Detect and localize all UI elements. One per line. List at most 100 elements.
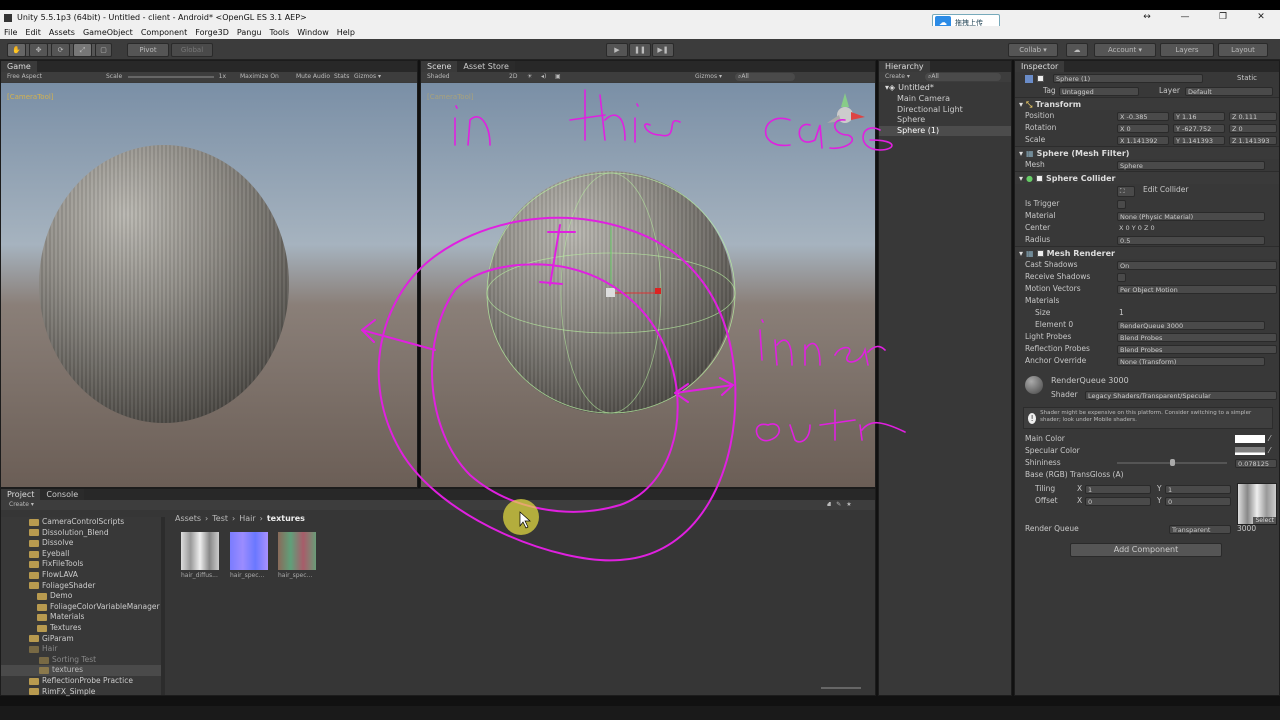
collab-dropdown[interactable]: Collab ▾: [1008, 43, 1058, 57]
move-tool-icon[interactable]: ✥: [29, 43, 48, 57]
folder-item[interactable]: Materials: [1, 612, 161, 623]
tag-dropdown[interactable]: Untagged: [1059, 86, 1139, 96]
radius-field[interactable]: 0.5: [1117, 235, 1265, 245]
audio-toggle-icon[interactable]: ◂): [541, 72, 555, 82]
hierarchy-item-directional-light[interactable]: Directional Light: [879, 105, 1011, 116]
cloud-services-icon[interactable]: ☁: [1066, 43, 1088, 57]
breadcrumb-test[interactable]: Test: [212, 514, 228, 523]
folder-item[interactable]: Textures: [1, 623, 161, 634]
menu-gameobject[interactable]: GameObject: [83, 26, 133, 39]
renderer-checkbox[interactable]: [1036, 249, 1044, 257]
cast-shadows-dropdown[interactable]: On: [1117, 260, 1277, 270]
effects-toggle-icon[interactable]: ▣: [555, 72, 695, 82]
hierarchy-search-input[interactable]: ⌕All: [925, 73, 1001, 81]
hierarchy-create-dropdown[interactable]: Create ▾: [885, 72, 925, 82]
thumbnail-size-slider[interactable]: [821, 687, 861, 689]
2d-toggle[interactable]: 2D: [509, 72, 527, 82]
layers-dropdown[interactable]: Layers: [1160, 43, 1214, 57]
hand-tool-icon[interactable]: ✋: [7, 43, 26, 57]
offset-y-field[interactable]: 0: [1165, 496, 1231, 506]
sphere-collider-header[interactable]: ▾ ● Sphere Collider: [1015, 171, 1279, 184]
light-probes-dropdown[interactable]: Blend Probes: [1117, 332, 1277, 342]
folder-item[interactable]: Dissolution_Blend: [1, 528, 161, 539]
layer-dropdown[interactable]: Default: [1185, 86, 1273, 96]
position-z[interactable]: Z 0.111: [1229, 111, 1277, 121]
physic-material-field[interactable]: None (Physic Material): [1117, 211, 1265, 221]
specular-color-swatch[interactable]: [1235, 447, 1265, 455]
folder-item[interactable]: ReflectionProbe Practice: [1, 676, 161, 687]
breadcrumb-textures[interactable]: textures: [267, 514, 305, 523]
folder-item[interactable]: RimFX_Simple: [1, 687, 161, 698]
menu-assets[interactable]: Assets: [49, 26, 75, 39]
pivot-toggle[interactable]: Pivot: [127, 43, 169, 57]
material-header[interactable]: RenderQueue 3000: [1015, 375, 1279, 394]
scene-viewport[interactable]: [CameraTool]: [421, 83, 875, 487]
render-queue-value[interactable]: 3000: [1237, 523, 1256, 535]
shininess-slider[interactable]: [1117, 459, 1227, 466]
layout-dropdown[interactable]: Layout: [1218, 43, 1268, 57]
scale-tool-icon[interactable]: ⤢: [73, 43, 92, 57]
collider-checkbox[interactable]: [1036, 174, 1043, 182]
rotate-tool-icon[interactable]: ⟳: [51, 43, 70, 57]
folder-item[interactable]: Sorting Test: [1, 655, 161, 666]
scale-x[interactable]: X 1.141392: [1117, 135, 1169, 145]
tab-hierarchy[interactable]: Hierarchy: [879, 61, 930, 72]
rect-tool-icon[interactable]: ▢: [95, 43, 112, 57]
rotation-z[interactable]: Z 0: [1229, 123, 1277, 133]
receive-shadows-checkbox[interactable]: [1117, 272, 1126, 282]
folder-item[interactable]: FoliageShader: [1, 581, 161, 592]
menu-component[interactable]: Component: [141, 26, 187, 39]
tab-game[interactable]: Game: [1, 61, 37, 72]
tiling-y[interactable]: Y: [1157, 483, 1162, 495]
game-viewport[interactable]: [CameraTool]: [1, 83, 417, 487]
tab-scene[interactable]: Scene: [421, 61, 458, 72]
tab-inspector[interactable]: Inspector: [1015, 61, 1065, 72]
folder-item[interactable]: FoliageColorVariableManager: [1, 602, 161, 613]
center-fields[interactable]: X 0 Y 0 Z 0: [1119, 222, 1155, 234]
folder-item[interactable]: Demo: [1, 591, 161, 602]
gizmos-dropdown[interactable]: Gizmos ▾: [354, 72, 394, 82]
scale-y[interactable]: Y 1.141393: [1173, 135, 1225, 145]
tree-scrollbar[interactable]: [161, 517, 165, 695]
shader-dropdown[interactable]: Legacy Shaders/Transparent/Specular: [1085, 390, 1277, 400]
menu-file[interactable]: File: [4, 26, 17, 39]
minimize-button[interactable]: —: [1166, 10, 1204, 26]
is-trigger-checkbox[interactable]: [1117, 199, 1126, 209]
position-y[interactable]: Y 1.16: [1173, 111, 1225, 121]
menu-tools[interactable]: Tools: [269, 26, 289, 39]
maximize-on-play-toggle[interactable]: Maximize On Play: [226, 72, 292, 90]
folder-item[interactable]: CameraControlScripts: [1, 517, 161, 528]
offset-x[interactable]: X: [1077, 495, 1082, 507]
asset-thumb[interactable]: hair_diffus...: [181, 532, 219, 579]
asset-thumb[interactable]: hair_spec...: [230, 532, 268, 579]
rotation-y[interactable]: Y -627.752: [1173, 123, 1225, 133]
shading-mode-dropdown[interactable]: Shaded: [421, 72, 509, 82]
eyedropper-icon[interactable]: ⁄: [1269, 445, 1270, 457]
stats-toggle[interactable]: Stats: [334, 72, 354, 82]
folder-item[interactable]: FixFileTools: [1, 559, 161, 570]
global-toggle[interactable]: Global: [171, 43, 213, 57]
play-button[interactable]: ▶: [606, 43, 628, 57]
anchor-override-field[interactable]: None (Transform): [1117, 356, 1265, 366]
mute-audio-toggle[interactable]: Mute Audio: [292, 72, 334, 82]
resize-icon[interactable]: ↔: [1128, 10, 1166, 26]
folder-item[interactable]: FlowLAVA: [1, 570, 161, 581]
tab-asset-store[interactable]: Asset Store: [457, 61, 515, 72]
shininess-field[interactable]: 0.078125: [1235, 458, 1277, 468]
hierarchy-item-main-camera[interactable]: Main Camera: [879, 94, 1011, 105]
motion-vectors-dropdown[interactable]: Per Object Motion: [1117, 284, 1277, 294]
position-x[interactable]: X -0.385: [1117, 111, 1169, 121]
tiling-y-field[interactable]: 1: [1165, 484, 1231, 494]
scale-slider[interactable]: 1x: [126, 72, 226, 82]
scene-orientation-gizmo[interactable]: [821, 89, 871, 139]
mesh-field[interactable]: Sphere: [1117, 160, 1265, 170]
tiling-x[interactable]: X: [1077, 483, 1082, 495]
scene-search-input[interactable]: ⌕All: [735, 73, 795, 81]
edit-collider-icon[interactable]: ⛶: [1117, 185, 1135, 197]
lighting-toggle-icon[interactable]: ☀: [527, 72, 541, 82]
menu-help[interactable]: Help: [337, 26, 355, 39]
menu-pangu[interactable]: Pangu: [237, 26, 262, 39]
add-component-button[interactable]: Add Component: [1070, 543, 1222, 557]
asset-thumb[interactable]: hair_spec...: [278, 532, 316, 579]
active-checkbox[interactable]: [1037, 75, 1044, 82]
